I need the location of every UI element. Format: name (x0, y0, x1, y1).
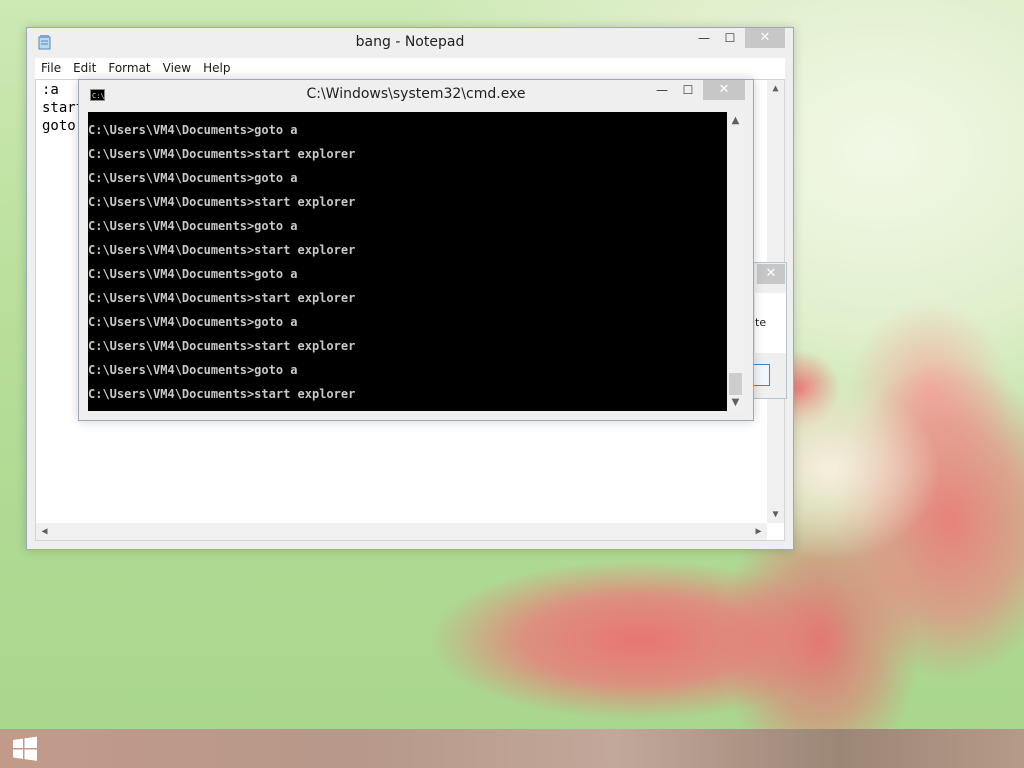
cmd-maximize-button[interactable]: ☐ (677, 80, 699, 100)
console-line: C:\Users\VM4\Documents>goto a (88, 267, 298, 281)
dialog-close-button[interactable]: ✕ (757, 264, 785, 284)
notepad-maximize-button[interactable]: ☐ (719, 28, 741, 48)
dialog-text-fragment: te (755, 316, 767, 329)
start-button[interactable] (0, 729, 50, 768)
console-line: C:\Users\VM4\Documents>start explorer (88, 291, 356, 305)
console-line: C:\Users\VM4\Documents>goto a (88, 123, 298, 137)
menu-file[interactable]: File (35, 58, 67, 79)
console-line: C:\Users\VM4\Documents>goto a (88, 315, 298, 329)
cmd-close-button[interactable]: ✕ (703, 80, 745, 100)
notepad-menu-bar: File Edit Format View Help (35, 58, 785, 79)
background-dialog[interactable]: ✕ te (752, 262, 787, 399)
menu-format[interactable]: Format (102, 58, 156, 79)
notepad-title: bang - Notepad (355, 34, 465, 50)
console-line: C:\Users\VM4\Documents>goto a (88, 171, 298, 185)
console-line: C:\Users\VM4\Documents>start explorer (88, 243, 356, 257)
desktop-wallpaper: bang - Notepad — ☐ ✕ File Edit Format View H… (0, 0, 1024, 768)
console-line: C:\Users\VM4\Documents>start explorer (88, 339, 356, 353)
taskbar (0, 729, 1024, 768)
menu-help[interactable]: Help (197, 58, 236, 79)
scroll-down-arrow-icon[interactable]: ▼ (767, 506, 784, 523)
console-line: C:\Users\VM4\Documents>start explorer (88, 147, 356, 161)
cmd-scroll-thumb[interactable] (729, 373, 742, 395)
notepad-horizontal-scrollbar[interactable]: ◀ ▶ (36, 523, 767, 540)
menu-view[interactable]: View (157, 58, 197, 79)
cmd-window[interactable]: C:\ C:\Windows\system32\cmd.exe — ☐ ✕ C:… (78, 79, 754, 421)
console-line: C:\Users\VM4\Documents>start explorer (88, 195, 356, 209)
cmd-console-output[interactable]: C:\Users\VM4\Documents>goto a C:\Users\V… (88, 112, 727, 411)
notepad-line: :a (42, 82, 59, 98)
console-line: C:\Users\VM4\Documents>goto a (88, 219, 298, 233)
notepad-close-button[interactable]: ✕ (745, 28, 785, 48)
scroll-up-arrow-icon[interactable]: ▲ (767, 80, 784, 97)
cmd-vertical-scrollbar[interactable]: ▲ ▼ (727, 112, 744, 411)
notepad-line: goto (42, 118, 76, 134)
windows-logo-icon (13, 736, 37, 761)
menu-edit[interactable]: Edit (67, 58, 102, 79)
scroll-down-arrow-icon[interactable]: ▼ (727, 394, 744, 411)
console-line: C:\Users\VM4\Documents>goto a (88, 363, 298, 377)
scroll-right-arrow-icon[interactable]: ▶ (750, 523, 767, 540)
scroll-left-arrow-icon[interactable]: ◀ (36, 523, 53, 540)
cmd-minimize-button[interactable]: — (651, 80, 673, 100)
console-line: C:\Users\VM4\Documents>start explorer (88, 387, 356, 401)
scroll-up-arrow-icon[interactable]: ▲ (727, 112, 744, 129)
notepad-minimize-button[interactable]: — (693, 28, 715, 48)
dialog-button[interactable] (753, 364, 770, 386)
dialog-message: te (755, 293, 786, 353)
